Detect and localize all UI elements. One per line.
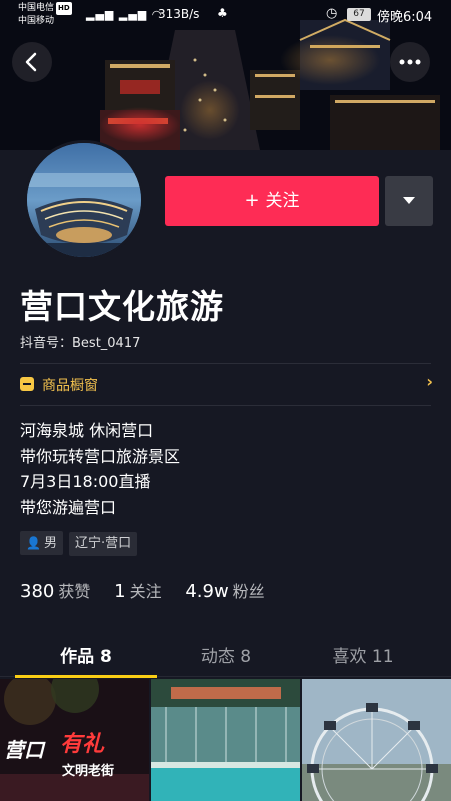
tab-dynamic[interactable]: 动态 8 bbox=[151, 642, 301, 667]
divider bbox=[20, 363, 431, 364]
shop-window-entry[interactable]: 商品橱窗 › bbox=[20, 370, 433, 400]
signal-icon: ▂▄▆ ▂▄▆ ◠ bbox=[86, 8, 163, 21]
video-thumbnail[interactable]: 营口 有礼 文明老街 bbox=[0, 679, 149, 801]
gender-tag: 👤 男 bbox=[20, 531, 63, 555]
douyin-id: 抖音号：Best_0417 bbox=[20, 336, 141, 351]
shop-window-label: 商品橱窗 bbox=[42, 378, 98, 394]
bio: 河海泉城 休闲营口 带你玩转营口旅游景区 7月3日18:00直播 带您游遍营口 bbox=[20, 418, 180, 520]
thumb-title-3: 文明老街 bbox=[62, 763, 114, 779]
location-tag: 辽宁·营口 bbox=[68, 532, 138, 556]
net-speed: 313B/s bbox=[158, 7, 200, 21]
thumb-title-2: 有礼 bbox=[60, 731, 105, 757]
likes-count: 380 bbox=[20, 581, 55, 602]
status-time: 傍晚6:04 bbox=[377, 10, 433, 25]
following-stat[interactable]: 1 关注 bbox=[114, 578, 161, 602]
following-count: 1 bbox=[114, 581, 126, 602]
person-icon: 👤 bbox=[26, 536, 41, 550]
video-thumbnail[interactable] bbox=[302, 679, 451, 801]
video-thumbnail-image: 营口 有礼 文明老街 bbox=[0, 679, 149, 801]
divider bbox=[20, 405, 431, 406]
chevron-right-icon: › bbox=[426, 372, 433, 391]
follow-label: 关注 bbox=[265, 191, 300, 211]
shop-icon bbox=[20, 377, 34, 391]
status-bar: 中国电信 HD 中国移动 ▂▄▆ ▂▄▆ ◠ 313B/s ♣ ◷ 67 傍晚6:… bbox=[0, 0, 451, 30]
more-button[interactable] bbox=[390, 42, 430, 82]
following-label: 关注 bbox=[129, 582, 162, 601]
gender-label: 男 bbox=[43, 536, 57, 551]
hd-badge: HD bbox=[56, 2, 72, 15]
tab-works[interactable]: 作品 8 bbox=[11, 642, 161, 667]
video-thumbnail[interactable] bbox=[151, 679, 300, 801]
likes-label: 获赞 bbox=[58, 582, 91, 601]
bio-line: 7月3日18:00直播 bbox=[20, 472, 151, 491]
video-thumbnail-image bbox=[302, 679, 451, 801]
follow-button[interactable]: + 关注 bbox=[165, 176, 379, 226]
likes-stat: 380 获赞 bbox=[20, 578, 90, 602]
chevron-down-icon bbox=[403, 197, 415, 204]
bio-line: 带您游遍营口 bbox=[20, 497, 117, 517]
notification-bell-icon: ♣ bbox=[217, 6, 228, 20]
video-thumbnail-image bbox=[151, 679, 300, 801]
alarm-icon: ◷ bbox=[326, 6, 338, 21]
tab-likes[interactable]: 喜欢 11 bbox=[288, 642, 438, 667]
content-tabs: 作品 8 动态 8 喜欢 11 bbox=[0, 632, 451, 678]
bio-line: 河海泉城 休闲营口 bbox=[20, 421, 154, 440]
fans-stat[interactable]: 4.9w 粉丝 bbox=[185, 578, 264, 602]
avatar-image bbox=[27, 143, 141, 257]
profile-name: 营口文化旅游 bbox=[20, 287, 224, 326]
carrier-info: 中国电信 HD 中国移动 bbox=[18, 2, 72, 28]
back-button[interactable] bbox=[12, 42, 52, 82]
bio-line: 带你玩转营口旅游景区 bbox=[20, 446, 181, 466]
plus-icon: + bbox=[244, 190, 260, 211]
fans-label: 粉丝 bbox=[232, 582, 265, 601]
profile-stats: 380 获赞 1 关注 4.9w 粉丝 bbox=[20, 578, 283, 602]
thumb-title-1: 营口 bbox=[4, 738, 46, 762]
back-arrow-icon bbox=[25, 52, 37, 72]
video-grid: 营口 有礼 文明老街 bbox=[0, 679, 451, 801]
recommend-dropdown-button[interactable] bbox=[385, 176, 433, 226]
more-dots-icon bbox=[399, 59, 421, 65]
fans-count: 4.9w bbox=[185, 581, 229, 602]
carrier-2: 中国移动 bbox=[18, 16, 55, 26]
tab-indicator bbox=[15, 675, 157, 678]
avatar[interactable] bbox=[24, 140, 144, 260]
profile-tags: 👤 男辽宁·营口 bbox=[20, 531, 143, 556]
carrier-1: 中国电信 bbox=[18, 3, 55, 13]
battery-icon: 67 bbox=[347, 8, 371, 21]
